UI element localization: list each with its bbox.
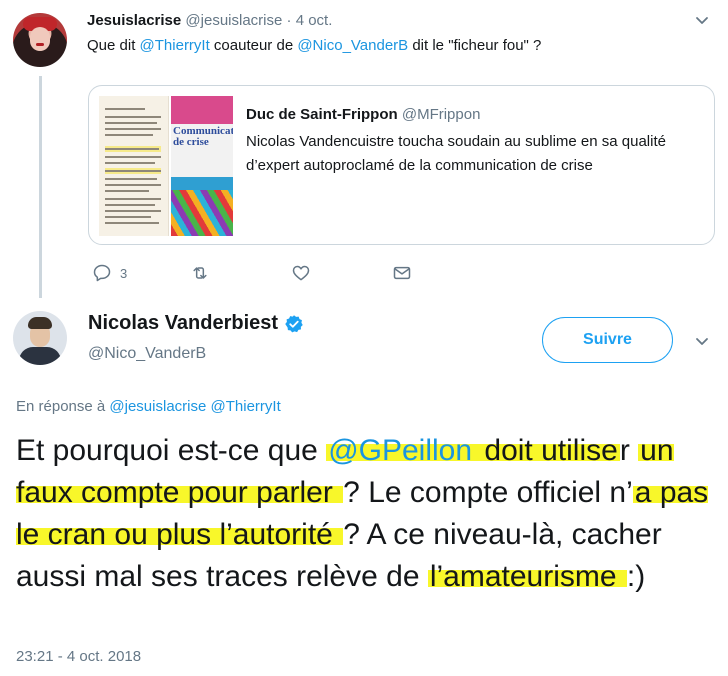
thread-connector-line [39,76,42,298]
retweet-icon [193,267,207,279]
parent-tweet-header: Jesuislacrise @jesuislacrise · 4 oct. [87,12,332,29]
avatar-lips [36,43,44,46]
main-author-name-row: Nicolas Vanderbiest [88,312,304,335]
reply-context: En réponse à @jesuislacrise @ThierryIt [16,398,281,415]
quoted-author-handle[interactable]: @MFrippon [402,106,481,123]
book-cover-title: Communication de crise [173,125,233,148]
follow-button[interactable]: Suivre [542,317,673,363]
highlighted-text: l’amateurisme [427,560,627,593]
avatar[interactable] [13,13,67,67]
text-segment: Que dit [87,37,140,54]
mention-link[interactable]: @ThierryIt [140,37,210,54]
mention-link[interactable]: @jesuislacrise [109,398,206,415]
mention-link[interactable]: @ThierryIt [211,398,281,415]
main-tweet-text: Et pourquoi est-ce que @GPeillon doit ut… [16,430,728,598]
avatar[interactable] [13,311,67,365]
parent-tweet-text: Que dit @ThierryIt coauteur de @Nico_Van… [87,37,541,54]
author-handle[interactable]: @jesuislacrise [185,12,282,29]
avatar-suit [19,347,61,365]
like-button[interactable] [291,262,311,284]
tweet-actions-bar: 3 [92,262,422,284]
mention-link[interactable]: @Nico_VanderB [297,37,408,54]
tweet-timestamp[interactable]: 23:21 - 4 oct. 2018 [16,648,141,665]
book-cover-image[interactable]: Communication de crise [171,96,233,236]
reply-icon [93,264,111,282]
retweet-button[interactable] [190,262,210,284]
book-page-image[interactable] [99,96,169,236]
avatar-face [30,27,50,51]
text-segment: r [619,434,639,467]
highlighted-text: doit utilise [474,434,620,467]
chevron-down-icon[interactable] [695,335,709,349]
verified-badge-icon [285,314,303,332]
quoted-author-name[interactable]: Duc de Saint-Frippon [246,106,398,123]
book-cover-umbrellas [171,190,233,236]
direct-message-button[interactable] [392,262,412,284]
main-author-name[interactable]: Nicolas Vanderbiest [88,312,278,335]
text-segment: coauteur de [209,37,298,54]
quoted-tweet-header: Duc de Saint-Frippon @MFrippon [246,106,480,123]
author-name[interactable]: Jesuislacrise [87,12,181,29]
main-author-handle[interactable]: @Nico_VanderB [88,345,206,363]
text-segment: :) [626,560,646,593]
reply-prefix: En réponse à [16,398,110,415]
tweet-date[interactable]: 4 oct. [296,12,333,29]
heart-icon [292,265,310,281]
chevron-down-icon[interactable] [695,14,709,28]
reply-button[interactable]: 3 [92,262,127,284]
quoted-tweet-text: Nicolas Vandencuistre toucha soudain au … [246,133,666,174]
mail-icon [393,266,411,280]
mention-link[interactable]: @GPeillon [326,434,475,467]
avatar-hair [28,317,52,329]
separator-dot: · [286,12,292,29]
text-segment: dit le "ficheur fou" ? [408,37,542,54]
text-segment: ? Le compte officiel n’ [343,476,633,509]
reply-count: 3 [120,265,128,281]
text-segment: Et pourquoi est-ce que [16,434,327,467]
